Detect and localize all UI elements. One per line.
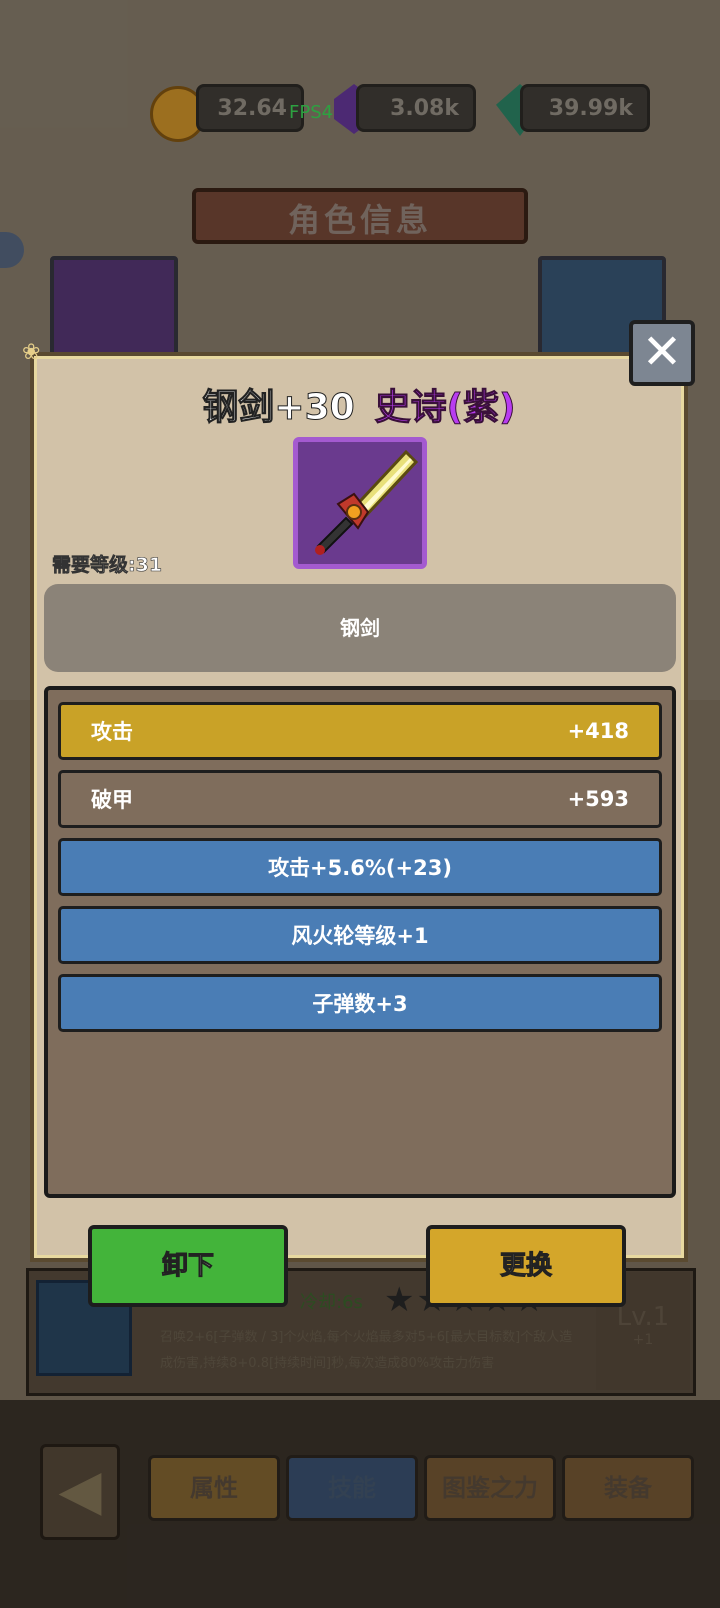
item-title: 钢剑+30 史诗(紫) bbox=[30, 378, 688, 430]
item-name: 钢剑+30 bbox=[202, 387, 355, 429]
required-level: 需要等级:31 bbox=[52, 554, 163, 577]
stat-row-armor-break: 破甲 +593 bbox=[58, 770, 662, 828]
unequip-button[interactable]: 卸下 bbox=[88, 1225, 288, 1307]
item-base-name: 钢剑 bbox=[44, 584, 676, 672]
stat-value: +418 bbox=[567, 719, 629, 743]
bonus-row: 子弹数+3 bbox=[58, 974, 662, 1032]
close-button[interactable]: ✕ bbox=[629, 320, 695, 386]
stat-label: 攻击 bbox=[91, 720, 133, 744]
stat-label: 破甲 bbox=[91, 788, 133, 812]
sword-icon bbox=[293, 437, 427, 569]
bonus-row: 风火轮等级+1 bbox=[58, 906, 662, 964]
corner-ornament-icon: ❀ bbox=[22, 340, 41, 365]
close-icon: ✕ bbox=[641, 324, 683, 380]
stat-value: +593 bbox=[567, 787, 629, 811]
stat-row-attack: 攻击 +418 bbox=[58, 702, 662, 760]
replace-button[interactable]: 更换 bbox=[426, 1225, 626, 1307]
item-rarity: 史诗(紫) bbox=[374, 387, 516, 429]
bonus-row: 攻击+5.6%(+23) bbox=[58, 838, 662, 896]
